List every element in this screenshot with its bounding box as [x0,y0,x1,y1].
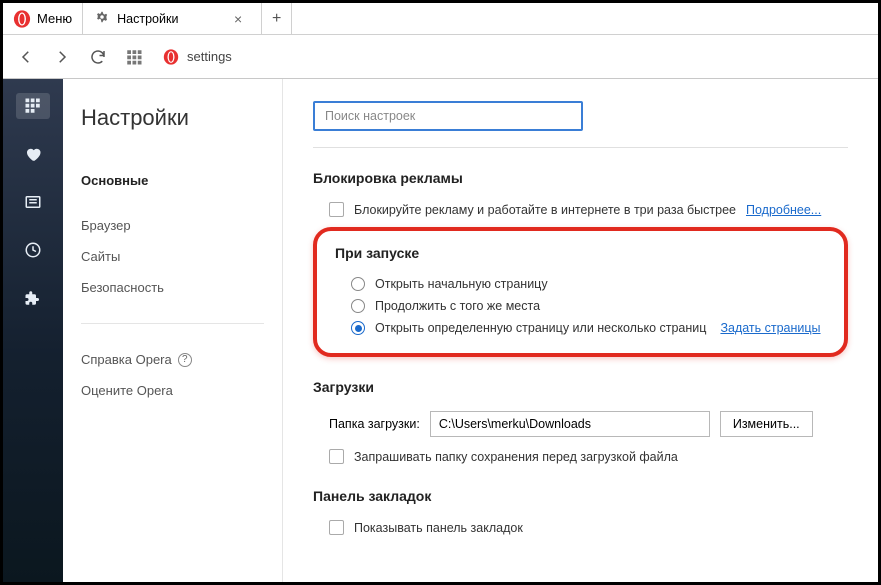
startup-radio-continue[interactable] [351,299,365,313]
sidebar-help[interactable]: Справка Opera ? [81,344,264,375]
rail-history[interactable] [16,237,50,263]
section-startup-title: При запуске [335,245,826,261]
sidebar-item-basic[interactable]: Основные [81,165,264,196]
download-folder-label: Папка загрузки: [329,417,420,431]
settings-search-input[interactable]: Поиск настроек [313,101,583,131]
startup-radio-specific[interactable] [351,321,365,335]
search-placeholder: Поиск настроек [325,109,415,123]
ask-folder-checkbox[interactable] [329,449,344,464]
sidebar-item-sites[interactable]: Сайты [81,241,264,272]
section-bookmarks-bar-title: Панель закладок [313,488,848,504]
settings-sidebar: Настройки Основные Браузер Сайты Безопас… [63,79,283,582]
tab-settings[interactable]: Настройки × [82,3,262,34]
tab-close-button[interactable]: × [227,8,249,30]
settings-content: Поиск настроек Блокировка рекламы Блокир… [283,79,878,582]
menu-button[interactable]: Меню [3,3,82,34]
opera-icon [163,49,179,65]
address-bar[interactable]: settings [153,42,872,72]
menu-label: Меню [37,11,72,26]
page-title: Настройки [81,105,264,131]
rail-heart[interactable] [16,141,50,167]
section-ads-title: Блокировка рекламы [313,170,848,186]
show-bookmarks-checkbox[interactable] [329,520,344,535]
tab-title: Настройки [117,12,178,26]
gear-icon [95,10,109,27]
new-tab-button[interactable]: + [262,3,292,34]
section-downloads-title: Загрузки [313,379,848,395]
sidebar-rate[interactable]: Оцените Opera [81,375,264,406]
back-button[interactable] [9,41,43,73]
adblock-label: Блокируйте рекламу и работайте в интерне… [354,203,736,217]
change-folder-button[interactable]: Изменить... [720,411,813,437]
toolbar: settings [3,35,878,79]
titlebar: Меню Настройки × + [3,3,878,35]
startup-opt1-label: Открыть начальную страницу [375,277,548,291]
startup-radio-homepage[interactable] [351,277,365,291]
reload-button[interactable] [81,41,115,73]
ask-folder-label: Запрашивать папку сохранения перед загру… [354,450,678,464]
rail-speed-dial[interactable] [16,93,50,119]
rail-extensions[interactable] [16,285,50,311]
startup-opt2-label: Продолжить с того же места [375,299,540,313]
forward-button[interactable] [45,41,79,73]
set-pages-link[interactable]: Задать страницы [720,321,820,335]
sidebar-help-label: Справка Opera [81,352,172,367]
download-folder-path[interactable]: C:\Users\merku\Downloads [430,411,710,437]
help-icon: ? [178,353,192,367]
startup-opt3-label: Открыть определенную страницу или нескол… [375,321,706,335]
adblock-more-link[interactable]: Подробнее... [746,203,821,217]
address-text: settings [187,49,232,64]
opera-icon [13,10,31,28]
adblock-checkbox[interactable] [329,202,344,217]
sidebar-item-security[interactable]: Безопасность [81,272,264,303]
startup-callout: При запуске Открыть начальную страницу П… [313,227,848,357]
sidebar-item-browser[interactable]: Браузер [81,210,264,241]
rail-news[interactable] [16,189,50,215]
show-bookmarks-label: Показывать панель закладок [354,521,523,535]
speed-dial-button[interactable] [117,41,151,73]
left-rail [3,79,63,582]
